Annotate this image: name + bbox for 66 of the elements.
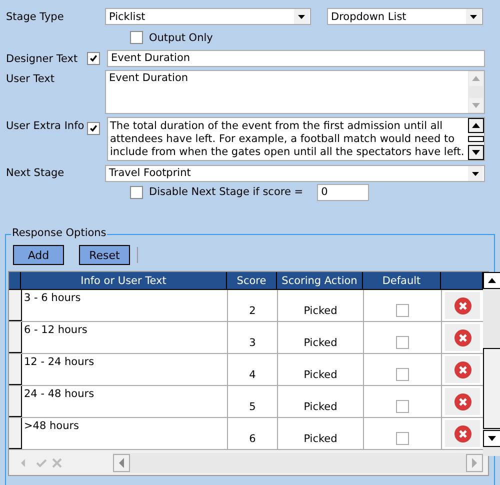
table-cell: 6 bbox=[228, 418, 278, 449]
field-label: Designer Text bbox=[6, 52, 79, 64]
row-header[interactable] bbox=[9, 354, 22, 385]
stage-type-dropdown[interactable]: Picklist bbox=[105, 8, 311, 25]
table-cell: 6 - 12 hours bbox=[22, 322, 228, 353]
table-cell: 24 - 48 hours bbox=[22, 386, 228, 417]
delete-icon bbox=[454, 296, 472, 314]
checkbox[interactable] bbox=[396, 304, 409, 317]
column-header[interactable]: Scoring Action bbox=[277, 272, 363, 290]
field-label: User Text bbox=[6, 72, 56, 85]
table-cell: Picked bbox=[278, 290, 364, 321]
scrollbar[interactable] bbox=[468, 118, 484, 160]
checkmark-icon bbox=[89, 124, 98, 133]
extra-info-text-area[interactable]: The total duration of the event from the first admission until all attendees have left. For example, a football match would need to include from when the gates open until all the spectators have left. bbox=[107, 117, 485, 161]
table-cell: 12 - 24 hours bbox=[22, 354, 228, 385]
table-cell: Picked bbox=[278, 322, 364, 353]
checkbox[interactable] bbox=[396, 368, 409, 381]
column-header[interactable]: Default bbox=[363, 272, 441, 290]
column-header[interactable]: Score bbox=[227, 272, 277, 290]
delete-icon bbox=[454, 360, 472, 378]
field-label: Stage Type bbox=[6, 10, 65, 22]
delete-button[interactable] bbox=[445, 356, 480, 383]
field-label: User Extra Info bbox=[6, 119, 86, 132]
checkbox[interactable] bbox=[87, 122, 100, 135]
score-field[interactable]: 0 bbox=[317, 184, 370, 200]
scrollbar[interactable] bbox=[113, 452, 483, 472]
delete-icon bbox=[454, 424, 472, 442]
next-stage-dropdown[interactable]: Travel Footprint bbox=[105, 164, 485, 182]
delete-button[interactable] bbox=[445, 292, 480, 319]
checkbox[interactable] bbox=[130, 31, 143, 44]
group-title: Response Options bbox=[11, 227, 108, 239]
checkbox[interactable] bbox=[396, 336, 409, 349]
table-cell: Picked bbox=[278, 418, 364, 449]
row-header[interactable] bbox=[9, 290, 22, 321]
table-cell: Picked bbox=[278, 386, 364, 417]
field-label: Next Stage bbox=[6, 167, 66, 179]
delete-icon bbox=[454, 328, 472, 346]
table-cell: 3 - 6 hours bbox=[22, 290, 228, 321]
designer-text-field[interactable]: Event Duration bbox=[107, 50, 485, 67]
table-cell: 5 bbox=[228, 386, 278, 417]
checkmark-icon bbox=[89, 54, 98, 63]
checkbox-label: Output Only bbox=[149, 32, 213, 44]
toolbar-button[interactable]: Reset bbox=[79, 245, 130, 265]
row-header[interactable] bbox=[9, 418, 22, 449]
scrollbar[interactable] bbox=[468, 71, 484, 113]
delete-button[interactable] bbox=[445, 324, 480, 351]
scrollbar[interactable] bbox=[483, 272, 500, 456]
table-cell: 4 bbox=[228, 354, 278, 385]
checkbox[interactable] bbox=[396, 432, 409, 445]
delete-button[interactable] bbox=[445, 420, 480, 447]
row-header[interactable] bbox=[9, 386, 22, 417]
table-cell: 2 bbox=[228, 290, 278, 321]
checkbox-label: Disable Next Stage if score = bbox=[149, 186, 304, 198]
checkbox[interactable] bbox=[87, 52, 100, 65]
toolbar-button[interactable]: Add bbox=[13, 245, 64, 265]
delete-button[interactable] bbox=[445, 388, 480, 415]
user-text-area[interactable]: Event Duration bbox=[105, 70, 485, 114]
delete-icon bbox=[454, 392, 472, 410]
column-header[interactable]: Info or User Text bbox=[21, 272, 227, 290]
table-cell: 3 bbox=[228, 322, 278, 353]
checkbox[interactable] bbox=[396, 400, 409, 413]
checkbox[interactable] bbox=[130, 186, 143, 198]
row-header[interactable] bbox=[9, 322, 22, 353]
table-cell: >48 hours bbox=[22, 418, 228, 449]
display-type-dropdown[interactable]: Dropdown List bbox=[327, 8, 483, 25]
table-cell: Picked bbox=[278, 354, 364, 385]
